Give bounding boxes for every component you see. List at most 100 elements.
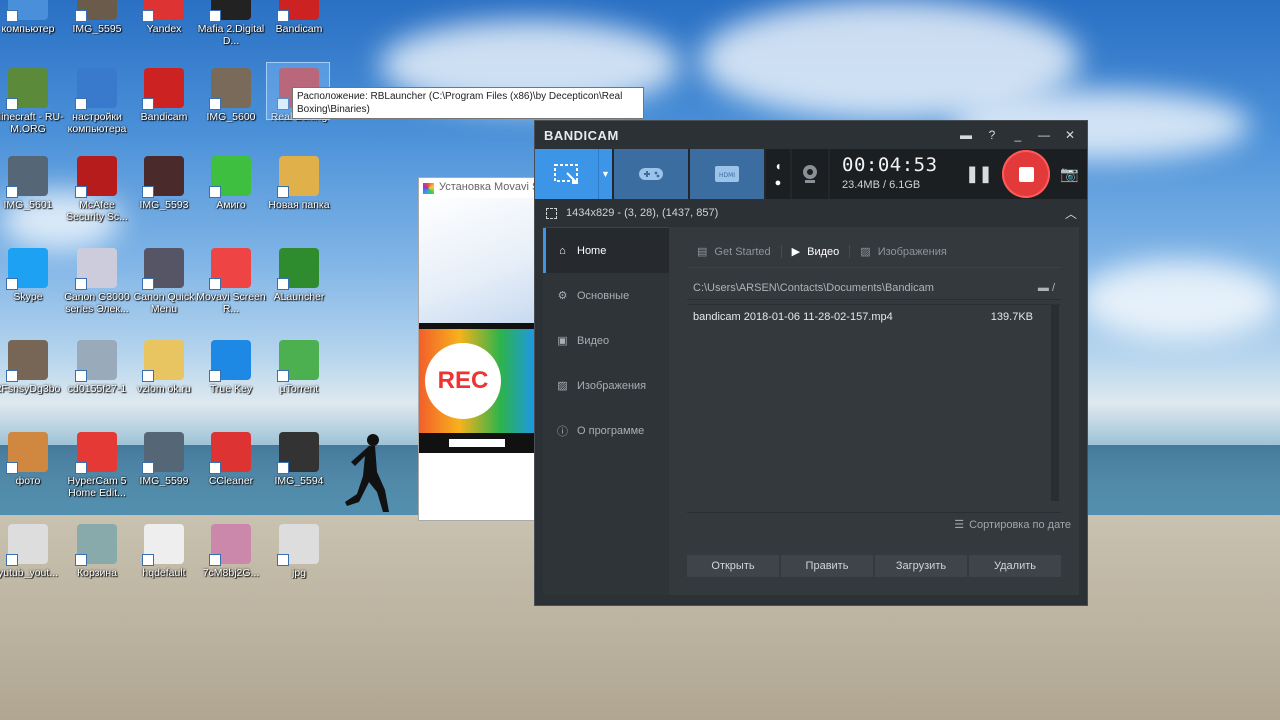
minimize-icon[interactable]: — xyxy=(1033,125,1055,145)
screen-mode-button[interactable] xyxy=(535,149,598,199)
chevron-up-icon[interactable]: ︿ xyxy=(1065,205,1077,222)
desktop-icon[interactable]: Bandicam xyxy=(261,0,337,35)
runner-silhouette xyxy=(345,434,389,512)
desktop-icon-label: jpg xyxy=(291,567,306,579)
desktop-icon[interactable]: 2FsnsyDg3bo xyxy=(0,340,66,395)
app-icon xyxy=(75,524,117,566)
desktop-icon-label: hqdefault xyxy=(142,567,186,579)
file-size: 23.4MB / 6.1GB xyxy=(842,179,921,191)
microphone-icon[interactable]: ● xyxy=(775,177,782,189)
app-icon xyxy=(142,524,184,566)
open-button[interactable]: Открыть xyxy=(687,555,779,577)
sidebar-item-about[interactable]: ⓘ О программе xyxy=(543,408,669,453)
desktop-icon[interactable]: Yandex xyxy=(126,0,202,35)
desktop-icon[interactable]: Амиго xyxy=(193,156,269,211)
desktop-icon[interactable]: Корзина xyxy=(59,524,135,579)
desktop-icon-label: IMG_5595 xyxy=(72,23,122,35)
device-mode-button[interactable]: HDMI xyxy=(690,149,764,199)
desktop-icon-label: фото xyxy=(15,475,41,487)
desktop-icon[interactable]: Skype xyxy=(0,248,66,303)
camera-snapshot-icon[interactable]: 📷 xyxy=(1060,165,1079,183)
sidebar-item-video[interactable]: ▣ Видео xyxy=(543,318,669,363)
webcam-toggle[interactable] xyxy=(792,149,828,199)
bandicam-window[interactable]: BANDICAM ▬ ? _ — ✕ ▼ HDMI ◖ ● 00:04:53 2… xyxy=(534,120,1088,606)
desktop-icon[interactable]: IMG_5600 xyxy=(193,68,269,123)
desktop-icon[interactable]: Mafia 2.Digital D... xyxy=(193,0,269,47)
tab-video[interactable]: ▶ Видео xyxy=(782,245,851,258)
delete-button[interactable]: Удалить xyxy=(969,555,1061,577)
collapse-icon[interactable]: _ xyxy=(1007,125,1029,145)
desktop-icon-label: vzlom ok.ru xyxy=(137,383,191,395)
bandicam-sidebar: ⌂ Home ⚙ Основные ▣ Видео ▨ Изображения ⓘ О п… xyxy=(543,227,669,595)
tab-get-started[interactable]: ▤ Get Started xyxy=(687,245,782,258)
open-folder-icon[interactable]: ▬ / xyxy=(1038,282,1055,294)
desktop-icon[interactable]: компьютер xyxy=(0,0,66,35)
folder-icon[interactable]: ▬ xyxy=(955,125,977,145)
desktop-icon[interactable]: CCleaner xyxy=(193,432,269,487)
capture-area-bar[interactable]: 1434x829 - (3, 28), (1437, 857) ︿ xyxy=(535,199,1087,227)
upload-button[interactable]: Загрузить xyxy=(875,555,967,577)
desktop-icon[interactable]: Bandicam xyxy=(126,68,202,123)
tooltip: Расположение: RBLauncher (C:\Program Fil… xyxy=(292,87,644,119)
desktop-icon[interactable]: yutub_yout... xyxy=(0,524,66,579)
edit-button[interactable]: Править xyxy=(781,555,873,577)
desktop-icon[interactable]: ALauncher xyxy=(261,248,337,303)
mode-dropdown-button[interactable]: ▼ xyxy=(598,149,612,199)
desktop-icon[interactable]: Canon Quick Menu xyxy=(126,248,202,315)
desktop-icon[interactable]: cd0155f27-1 xyxy=(59,340,135,395)
desktop-icon[interactable]: IMG_5595 xyxy=(59,0,135,35)
desktop-icon[interactable]: McAfee Security Sc... xyxy=(59,156,135,223)
desktop-icon[interactable]: IMG_5593 xyxy=(126,156,202,211)
desktop-icon[interactable]: HyperCam 5 Home Edit... xyxy=(59,432,135,499)
app-icon xyxy=(6,524,48,566)
desktop-icon[interactable]: IMG_5601 xyxy=(0,156,66,211)
sidebar-item-home[interactable]: ⌂ Home xyxy=(543,228,669,273)
movavi-installer-window[interactable]: Установка Movavi S REC xyxy=(418,177,536,521)
file-list[interactable]: bandicam 2018-01-06 11-28-02-157.mp4 139… xyxy=(687,304,1061,501)
movavi-titlebar[interactable]: Установка Movavi S xyxy=(419,178,535,198)
close-icon[interactable]: ✕ xyxy=(1059,125,1081,145)
scrollbar[interactable] xyxy=(1051,305,1059,501)
app-icon xyxy=(209,524,251,566)
desktop-icon-label: IMG_5599 xyxy=(139,475,189,487)
sort-by-date-button[interactable]: ☰ Сортировка по дате xyxy=(954,518,1071,532)
desktop-icon-label: Canon G3000 series Элек... xyxy=(64,291,130,315)
desktop-icon[interactable]: µTorrent xyxy=(261,340,337,395)
bandicam-titlebar[interactable]: BANDICAM ▬ ? _ — ✕ xyxy=(535,121,1087,149)
desktop-icon[interactable]: настройки компьютера xyxy=(59,68,135,135)
desktop-icon[interactable]: jpg xyxy=(261,524,337,579)
desktop-icon[interactable]: vzlom ok.ru xyxy=(126,340,202,395)
desktop-icon-label: µTorrent xyxy=(279,383,319,395)
game-mode-button[interactable] xyxy=(614,149,688,199)
list-item[interactable]: bandicam 2018-01-06 11-28-02-157.mp4 139… xyxy=(687,305,1061,323)
folder-path-text: C:\Users\ARSEN\Contacts\Documents\Bandic… xyxy=(693,282,934,294)
desktop-icon[interactable]: True Key xyxy=(193,340,269,395)
image-icon: ▨ xyxy=(557,380,568,392)
app-icon xyxy=(75,432,117,474)
sidebar-item-images[interactable]: ▨ Изображения xyxy=(543,363,669,408)
desktop-icon[interactable]: IMG_5599 xyxy=(126,432,202,487)
pause-icon[interactable]: ❚❚ xyxy=(966,164,993,184)
help-icon[interactable]: ? xyxy=(981,125,1003,145)
desktop-icon-label: 7cM8bj2G... xyxy=(202,567,260,579)
movavi-title: Установка Movavi S xyxy=(439,181,535,193)
app-icon xyxy=(277,0,319,22)
bandicam-toolbar: ▼ HDMI ◖ ● 00:04:53 23.4MB / 6.1GB ❚❚ 📷 xyxy=(535,149,1087,199)
sidebar-item-label: О программе xyxy=(577,424,645,437)
app-icon xyxy=(6,156,48,198)
app-icon xyxy=(75,248,117,290)
desktop-icon[interactable]: 7cM8bj2G... xyxy=(193,524,269,579)
desktop-icon[interactable]: Minecraft - RU-M.ORG xyxy=(0,68,66,135)
desktop-icon[interactable]: hqdefault xyxy=(126,524,202,579)
desktop-icon[interactable]: Новая папка xyxy=(261,156,337,211)
desktop-icon[interactable]: Canon G3000 series Элек... xyxy=(59,248,135,315)
desktop-icon[interactable]: IMG_5594 xyxy=(261,432,337,487)
stop-record-button[interactable] xyxy=(1002,150,1051,198)
desktop-icon-label: cd0155f27-1 xyxy=(67,383,127,395)
desktop-icon[interactable]: Movavi Screen R... xyxy=(193,248,269,315)
rec-badge: REC xyxy=(425,343,501,419)
sidebar-item-general[interactable]: ⚙ Основные xyxy=(543,273,669,318)
tab-images[interactable]: ▨ Изображения xyxy=(850,245,957,259)
desktop-icon[interactable]: фото xyxy=(0,432,66,487)
speaker-icon[interactable]: ◖ xyxy=(774,159,781,173)
